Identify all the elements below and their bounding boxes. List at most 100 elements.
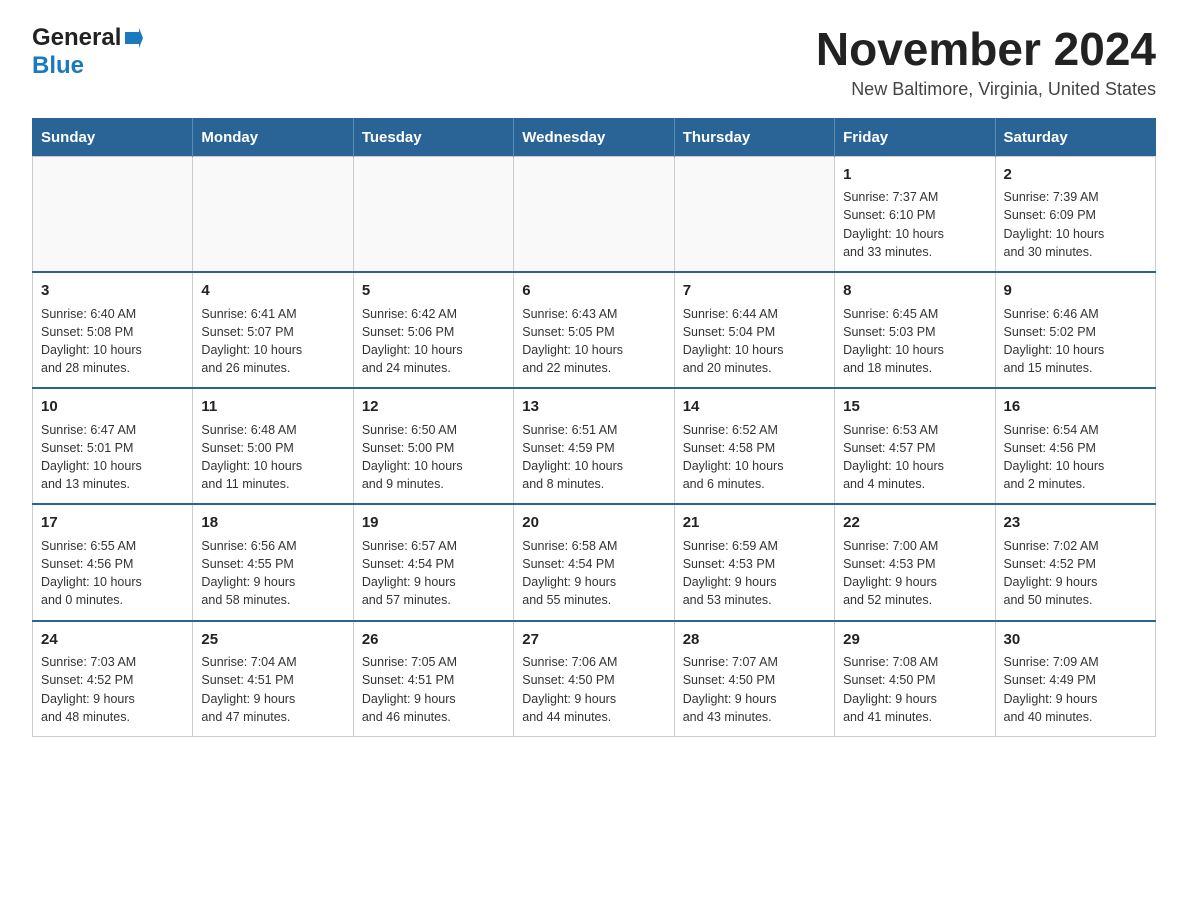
day-number: 25 — [201, 629, 344, 651]
page-header: General Blue November 2024 New Baltimore… — [32, 24, 1156, 100]
day-info: Sunset: 5:08 PM — [41, 323, 184, 341]
month-title: November 2024 — [816, 24, 1156, 75]
day-info: Daylight: 10 hours — [41, 573, 184, 591]
calendar-table: Sunday Monday Tuesday Wednesday Thursday… — [32, 118, 1156, 737]
table-row: 15Sunrise: 6:53 AMSunset: 4:57 PMDayligh… — [835, 388, 995, 504]
day-info: Daylight: 10 hours — [362, 457, 505, 475]
day-info: Daylight: 10 hours — [1004, 341, 1147, 359]
day-number: 13 — [522, 396, 665, 418]
day-info: Daylight: 10 hours — [362, 341, 505, 359]
day-info: and 2 minutes. — [1004, 475, 1147, 493]
day-info: and 44 minutes. — [522, 708, 665, 726]
day-info: Sunset: 4:51 PM — [362, 671, 505, 689]
day-number: 10 — [41, 396, 184, 418]
day-info: Daylight: 9 hours — [1004, 573, 1147, 591]
day-number: 15 — [843, 396, 986, 418]
day-number: 8 — [843, 280, 986, 302]
day-info: and 48 minutes. — [41, 708, 184, 726]
day-info: Daylight: 10 hours — [41, 341, 184, 359]
day-info: Sunrise: 6:50 AM — [362, 421, 505, 439]
day-number: 16 — [1004, 396, 1147, 418]
table-row: 6Sunrise: 6:43 AMSunset: 5:05 PMDaylight… — [514, 272, 674, 388]
table-row: 7Sunrise: 6:44 AMSunset: 5:04 PMDaylight… — [674, 272, 834, 388]
day-info: Sunset: 4:52 PM — [41, 671, 184, 689]
day-info: Sunset: 4:52 PM — [1004, 555, 1147, 573]
day-info: Sunset: 6:10 PM — [843, 206, 986, 224]
day-info: Daylight: 10 hours — [41, 457, 184, 475]
day-number: 1 — [843, 164, 986, 186]
day-info: Sunset: 4:58 PM — [683, 439, 826, 457]
day-info: Daylight: 10 hours — [201, 341, 344, 359]
table-row: 21Sunrise: 6:59 AMSunset: 4:53 PMDayligh… — [674, 504, 834, 620]
day-info: Sunset: 5:07 PM — [201, 323, 344, 341]
day-info: and 4 minutes. — [843, 475, 986, 493]
day-number: 7 — [683, 280, 826, 302]
day-number: 5 — [362, 280, 505, 302]
table-row — [193, 156, 353, 272]
day-info: Daylight: 9 hours — [843, 573, 986, 591]
day-number: 4 — [201, 280, 344, 302]
day-number: 17 — [41, 512, 184, 534]
title-block: November 2024 New Baltimore, Virginia, U… — [816, 24, 1156, 100]
day-info: Sunrise: 7:00 AM — [843, 537, 986, 555]
day-info: and 20 minutes. — [683, 359, 826, 377]
day-info: Sunrise: 7:07 AM — [683, 653, 826, 671]
table-row: 3Sunrise: 6:40 AMSunset: 5:08 PMDaylight… — [33, 272, 193, 388]
day-info: Sunrise: 7:08 AM — [843, 653, 986, 671]
day-number: 18 — [201, 512, 344, 534]
day-info: Sunset: 4:50 PM — [683, 671, 826, 689]
day-info: Daylight: 9 hours — [843, 690, 986, 708]
table-row — [674, 156, 834, 272]
day-info: Sunrise: 7:06 AM — [522, 653, 665, 671]
day-number: 21 — [683, 512, 826, 534]
day-number: 2 — [1004, 164, 1147, 186]
day-number: 30 — [1004, 629, 1147, 651]
day-number: 29 — [843, 629, 986, 651]
table-row: 5Sunrise: 6:42 AMSunset: 5:06 PMDaylight… — [353, 272, 513, 388]
day-info: Daylight: 10 hours — [522, 341, 665, 359]
day-info: Daylight: 9 hours — [362, 690, 505, 708]
day-info: Sunrise: 6:59 AM — [683, 537, 826, 555]
day-info: and 0 minutes. — [41, 591, 184, 609]
day-info: Sunrise: 6:41 AM — [201, 305, 344, 323]
day-info: and 57 minutes. — [362, 591, 505, 609]
day-info: Sunset: 5:03 PM — [843, 323, 986, 341]
day-info: Sunrise: 6:53 AM — [843, 421, 986, 439]
table-row: 22Sunrise: 7:00 AMSunset: 4:53 PMDayligh… — [835, 504, 995, 620]
day-info: Sunrise: 6:57 AM — [362, 537, 505, 555]
logo: General Blue — [32, 24, 143, 80]
day-info: Sunrise: 6:42 AM — [362, 305, 505, 323]
day-info: Daylight: 9 hours — [522, 573, 665, 591]
day-info: Daylight: 9 hours — [683, 690, 826, 708]
day-info: Sunrise: 6:44 AM — [683, 305, 826, 323]
day-number: 9 — [1004, 280, 1147, 302]
day-number: 27 — [522, 629, 665, 651]
calendar-header-row: Sunday Monday Tuesday Wednesday Thursday… — [33, 118, 1156, 156]
day-info: Sunrise: 7:04 AM — [201, 653, 344, 671]
table-row: 9Sunrise: 6:46 AMSunset: 5:02 PMDaylight… — [995, 272, 1155, 388]
day-info: and 43 minutes. — [683, 708, 826, 726]
col-friday: Friday — [835, 118, 995, 156]
day-info: Sunset: 5:01 PM — [41, 439, 184, 457]
day-info: Sunrise: 6:48 AM — [201, 421, 344, 439]
day-info: and 28 minutes. — [41, 359, 184, 377]
day-info: and 40 minutes. — [1004, 708, 1147, 726]
day-info: and 46 minutes. — [362, 708, 505, 726]
day-info: Sunset: 4:50 PM — [843, 671, 986, 689]
day-info: and 41 minutes. — [843, 708, 986, 726]
logo-blue-text: Blue — [32, 52, 84, 79]
day-info: Sunrise: 7:03 AM — [41, 653, 184, 671]
table-row: 12Sunrise: 6:50 AMSunset: 5:00 PMDayligh… — [353, 388, 513, 504]
day-info: Sunset: 4:56 PM — [41, 555, 184, 573]
day-info: Sunset: 4:55 PM — [201, 555, 344, 573]
day-number: 28 — [683, 629, 826, 651]
day-info: Sunrise: 6:54 AM — [1004, 421, 1147, 439]
day-info: Sunrise: 6:46 AM — [1004, 305, 1147, 323]
day-info: and 13 minutes. — [41, 475, 184, 493]
location-text: New Baltimore, Virginia, United States — [816, 79, 1156, 100]
day-info: and 30 minutes. — [1004, 243, 1147, 261]
day-info: Daylight: 9 hours — [41, 690, 184, 708]
table-row: 11Sunrise: 6:48 AMSunset: 5:00 PMDayligh… — [193, 388, 353, 504]
day-info: Sunrise: 6:40 AM — [41, 305, 184, 323]
day-info: Sunrise: 7:09 AM — [1004, 653, 1147, 671]
